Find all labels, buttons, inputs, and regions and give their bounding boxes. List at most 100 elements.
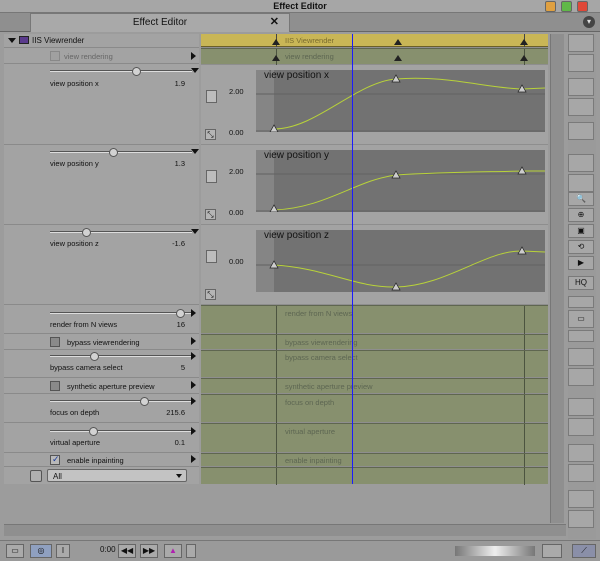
view-position-z-expand-icon[interactable] xyxy=(191,229,199,234)
cursor-icon[interactable]: I xyxy=(56,544,70,558)
slider-knob[interactable] xyxy=(140,397,150,406)
keyframe-icon[interactable] xyxy=(394,39,402,45)
graph-mode-icon[interactable]: ⟋ xyxy=(572,544,596,558)
track-view-rendering[interactable]: view rendering xyxy=(201,48,548,65)
rewind-icon[interactable]: ◀◀ xyxy=(118,544,136,558)
tool-button[interactable] xyxy=(568,174,594,192)
filter-select[interactable]: All xyxy=(47,469,187,482)
keyframe-add-icon[interactable]: ▲ xyxy=(164,544,182,558)
graph-y-resize-icon[interactable]: ⤡ xyxy=(205,209,216,220)
slider-knob[interactable] xyxy=(88,427,98,436)
keyframe-icon[interactable] xyxy=(394,55,402,61)
horizontal-scrollbar[interactable] xyxy=(4,524,566,536)
track-render-from-n-views[interactable]: render from N views xyxy=(201,305,548,334)
view-position-x-expand-icon[interactable] xyxy=(191,68,199,73)
bypass-camera-select-value[interactable]: 5 xyxy=(181,363,185,372)
track-virtual-aperture[interactable]: virtual aperture xyxy=(201,423,548,453)
virtual-aperture-expand-icon[interactable] xyxy=(191,427,196,435)
slider-knob[interactable] xyxy=(108,148,118,157)
slider-knob[interactable] xyxy=(132,67,142,76)
preview-icon[interactable]: ▭ xyxy=(568,310,594,328)
tool-button[interactable] xyxy=(568,490,594,508)
view-position-z-slider[interactable] xyxy=(50,228,192,237)
slider-knob[interactable] xyxy=(89,352,99,361)
virtual-aperture-value[interactable]: 0.1 xyxy=(175,438,185,447)
tool-button[interactable] xyxy=(568,98,594,116)
keyframe-icon[interactable] xyxy=(520,55,528,61)
track-enable-inpainting[interactable]: enable inpainting xyxy=(201,453,548,467)
view-position-x-value[interactable]: 1.9 xyxy=(175,79,185,88)
bypass-camera-select-expand-icon[interactable] xyxy=(191,352,196,360)
tool-button[interactable] xyxy=(568,122,594,140)
render-from-n-views-slider[interactable] xyxy=(50,309,192,318)
tool-button[interactable] xyxy=(568,78,594,96)
tool-button[interactable] xyxy=(568,398,594,416)
view-rendering-expand-icon[interactable] xyxy=(191,52,196,60)
play-icon[interactable]: ▶ xyxy=(568,256,594,270)
focus-on-depth-value[interactable]: 215.6 xyxy=(166,408,185,417)
fast-forward-icon[interactable]: ▶▶ xyxy=(140,544,158,558)
tool-button[interactable] xyxy=(568,418,594,436)
close-tab-icon[interactable]: ✕ xyxy=(270,14,279,31)
track-iis-viewrender[interactable]: IIS Viewrender xyxy=(201,34,548,47)
view-position-x-slider[interactable] xyxy=(50,67,192,76)
keyframe-icon[interactable] xyxy=(520,39,528,45)
graph-z-button[interactable] xyxy=(206,250,217,263)
zoom-out-icon[interactable]: 🔍 xyxy=(568,192,594,206)
track-bypass-viewrendering[interactable]: bypass viewrendering xyxy=(201,334,548,350)
tool-button[interactable] xyxy=(568,510,594,528)
tab-effect-editor[interactable]: Effect Editor ✕ xyxy=(30,13,290,32)
view-position-y-expand-icon[interactable] xyxy=(191,149,199,154)
tool-button[interactable] xyxy=(568,348,594,366)
collapse-effect-icon[interactable] xyxy=(8,38,16,43)
track-bypass-camera-select[interactable]: bypass camera select xyxy=(201,350,548,378)
tool-button[interactable] xyxy=(568,296,594,308)
tool-button[interactable] xyxy=(542,544,562,558)
enable-inpainting-expand-icon[interactable] xyxy=(191,455,196,463)
graph-y-button[interactable] xyxy=(206,170,217,183)
hq-button[interactable]: HQ xyxy=(568,276,594,290)
graph-x-button[interactable] xyxy=(206,90,217,103)
bypass-viewrendering-checkbox[interactable] xyxy=(50,337,60,347)
focus-on-depth-slider[interactable] xyxy=(50,397,192,406)
monitor-icon[interactable]: ▭ xyxy=(6,544,24,558)
filter-toggle-button[interactable] xyxy=(30,470,42,482)
view-position-y-slider[interactable] xyxy=(50,148,192,157)
bypass-camera-select-slider[interactable] xyxy=(50,352,192,361)
slider-knob[interactable] xyxy=(176,309,186,318)
tool-button[interactable] xyxy=(568,154,594,172)
tool-button[interactable] xyxy=(568,54,594,72)
render-from-n-views-value[interactable]: 16 xyxy=(177,320,185,329)
keyframe-icon[interactable] xyxy=(272,55,280,61)
panel-menu-icon[interactable]: ▾ xyxy=(583,16,595,28)
synthetic-aperture-preview-checkbox[interactable] xyxy=(50,381,60,391)
virtual-aperture-slider[interactable] xyxy=(50,427,192,436)
graph-x-resize-icon[interactable]: ⤡ xyxy=(205,129,216,140)
slider-knob[interactable] xyxy=(81,228,91,237)
small-toggle-button[interactable] xyxy=(186,544,196,558)
playhead-line[interactable] xyxy=(352,34,353,484)
synthetic-aperture-preview-expand-icon[interactable] xyxy=(191,381,196,389)
tool-button[interactable] xyxy=(568,330,594,342)
bypass-viewrendering-expand-icon[interactable] xyxy=(191,337,196,345)
vertical-scrollbar[interactable] xyxy=(550,34,564,523)
fit-view-icon[interactable]: ▣ xyxy=(568,224,594,238)
minimize-button[interactable] xyxy=(545,1,556,12)
view-rendering-checkbox[interactable] xyxy=(50,51,60,61)
tool-button[interactable] xyxy=(568,464,594,482)
maximize-button[interactable] xyxy=(561,1,572,12)
keyframe-icon[interactable] xyxy=(272,39,280,45)
render-from-n-views-expand-icon[interactable] xyxy=(191,309,196,317)
track-synthetic-aperture-preview[interactable]: synthetic aperture preview xyxy=(201,378,548,394)
enable-inpainting-checkbox[interactable]: ✓ xyxy=(50,454,60,465)
loop-icon[interactable]: ⟲ xyxy=(568,240,594,254)
link-icon[interactable]: ◎ xyxy=(30,544,52,558)
track-focus-on-depth[interactable]: focus on depth xyxy=(201,394,548,423)
close-window-button[interactable] xyxy=(577,1,588,12)
tool-button[interactable] xyxy=(568,34,594,52)
zoom-slider[interactable] xyxy=(455,546,535,556)
graph-z-resize-icon[interactable]: ⤡ xyxy=(205,289,216,300)
focus-on-depth-expand-icon[interactable] xyxy=(191,397,196,405)
zoom-in-icon[interactable]: ⊕ xyxy=(568,208,594,222)
tool-button[interactable] xyxy=(568,444,594,462)
